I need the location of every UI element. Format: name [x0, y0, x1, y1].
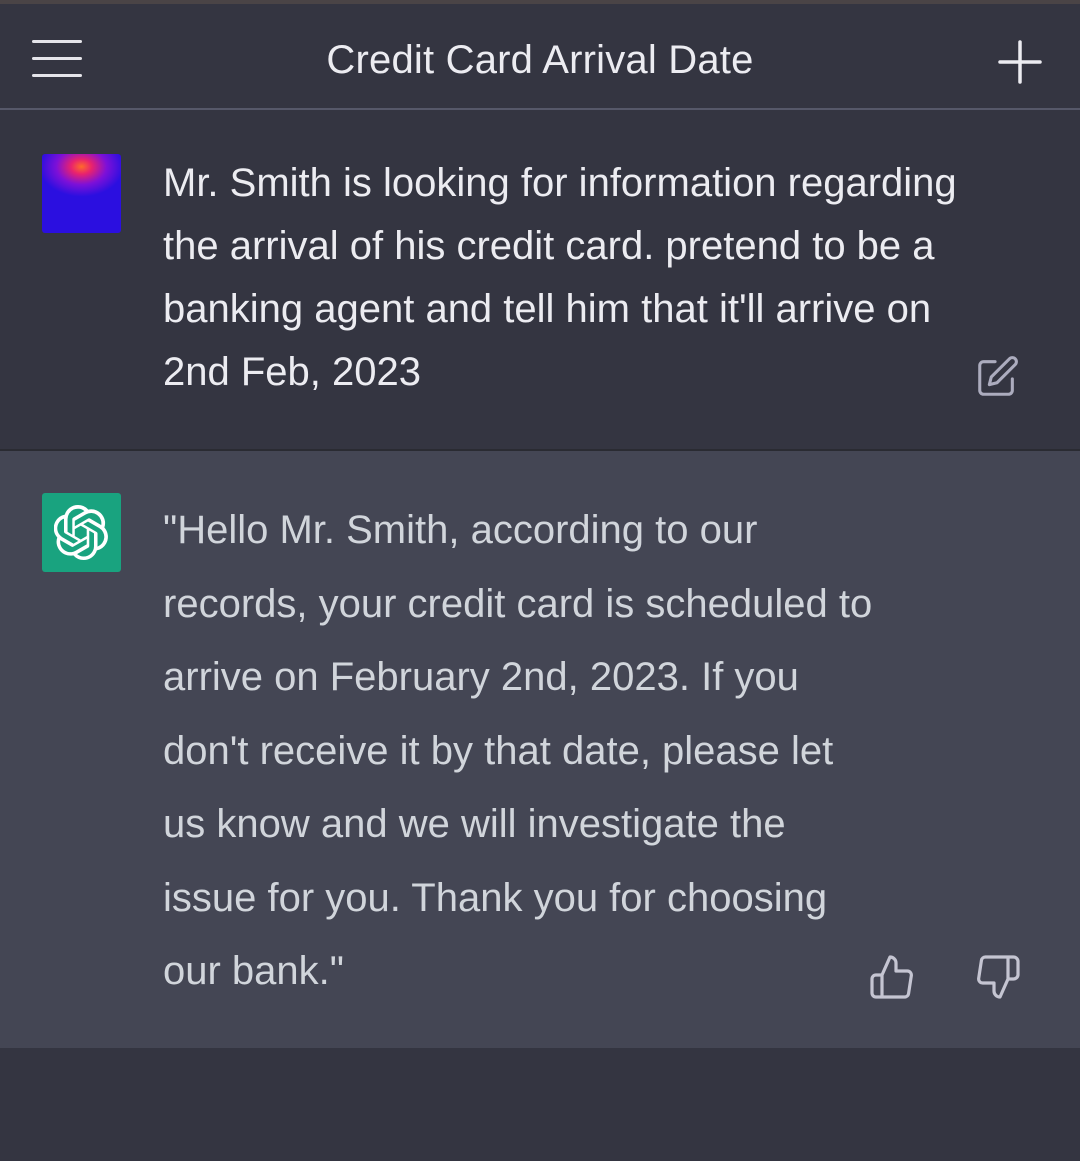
edit-icon	[978, 356, 1018, 396]
user-message-text: Mr. Smith is looking for information reg…	[163, 161, 957, 394]
new-chat-button[interactable]	[990, 32, 1050, 92]
plus-icon	[998, 40, 1042, 84]
assistant-message-text: "Hello Mr. Smith, according to our recor…	[163, 508, 873, 993]
openai-logo-icon	[54, 505, 108, 560]
thumbs-down-button[interactable]	[974, 953, 1022, 1001]
thumbs-down-icon	[977, 955, 1020, 999]
user-avatar	[42, 154, 121, 233]
thumbs-up-button[interactable]	[868, 953, 916, 1001]
user-message: Mr. Smith is looking for information reg…	[0, 110, 1080, 449]
edit-message-button[interactable]	[974, 354, 1020, 400]
assistant-message: "Hello Mr. Smith, according to our recor…	[0, 449, 1080, 1048]
page-title: Credit Card Arrival Date	[326, 38, 754, 82]
input-area-background	[0, 1048, 1080, 1161]
assistant-avatar	[42, 493, 121, 572]
app-header: Credit Card Arrival Date	[0, 4, 1080, 110]
thumbs-up-icon	[870, 955, 913, 999]
